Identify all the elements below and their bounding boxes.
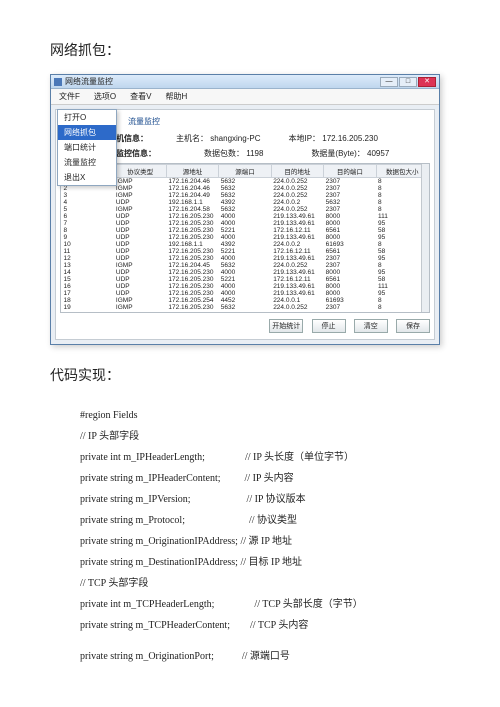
app-icon [54, 78, 62, 86]
table-row[interactable]: 14UDP172.16.205.2304000219.133.49.618000… [62, 269, 429, 276]
table-row[interactable]: 7UDP172.16.205.2304000219.133.49.6180009… [62, 220, 429, 227]
table-row[interactable]: 16UDP172.16.205.2304000219.133.49.618000… [62, 283, 429, 290]
save-button[interactable]: 保存 [396, 319, 430, 333]
scrollbar[interactable] [421, 164, 429, 312]
monitor-info-label: 监控信息： [116, 149, 156, 158]
clear-button[interactable]: 清空 [354, 319, 388, 333]
bytes-value: 40957 [367, 149, 389, 158]
table-row[interactable]: 3IGMP172.16.204.495632224.0.0.25223078 [62, 192, 429, 199]
pktcount-label: 数据包数： [204, 149, 244, 158]
hostname-label: 主机名： [176, 134, 208, 143]
bytes-label: 数据量(Byte)： [311, 149, 364, 158]
table-row[interactable]: 13IGMP172.16.204.455632224.0.0.25223078 [62, 262, 429, 269]
app-window: 网络流量监控 — □ ✕ 文件F 选项O 查看V 帮助H 打开O 网络抓包 端口… [50, 74, 440, 345]
col-header[interactable]: 目的地址 [271, 165, 323, 178]
start-button[interactable]: 开始统计 [269, 319, 303, 333]
menu-file[interactable]: 文件F [59, 91, 80, 102]
titlebar: 网络流量监控 — □ ✕ [51, 75, 439, 89]
code-line: private int m_TCPHeaderLength;// TCP 头部长… [80, 594, 450, 615]
table-row[interactable]: 8UDP172.16.205.2305221172.16.12.11656158 [62, 227, 429, 234]
code-line: private string m_TCPHeaderContent;// TCP… [80, 615, 450, 636]
table-row[interactable]: 6UDP172.16.205.2304000219.133.49.6180001… [62, 213, 429, 220]
col-header[interactable]: 协议类型 [114, 165, 166, 178]
table-row[interactable]: 9UDP172.16.205.2304000219.133.49.6180009… [62, 234, 429, 241]
maximize-button[interactable]: □ [399, 77, 417, 87]
host-info-label: 机信息： [116, 134, 148, 143]
menu-view[interactable]: 查看V [130, 91, 151, 102]
localip-label: 本地IP： [288, 134, 320, 143]
menu-item-capture[interactable]: 网络抓包 [58, 125, 116, 140]
col-header[interactable]: 目的端口 [324, 165, 376, 178]
table-row[interactable]: 11UDP172.16.205.2305221172.16.12.1165615… [62, 248, 429, 255]
code-block: #region Fields // IP 头部字段 private int m_… [50, 405, 450, 667]
close-button[interactable]: ✕ [418, 77, 436, 87]
table-row[interactable]: 2IGMP172.16.204.465632224.0.0.25223078 [62, 185, 429, 192]
pktcount-value: 1198 [246, 149, 263, 158]
file-dropdown: 打开O 网络抓包 端口统计 流量监控 退出X [57, 109, 117, 186]
menu-item-portstat[interactable]: 端口统计 [58, 140, 116, 155]
minimize-button[interactable]: — [380, 77, 398, 87]
code-line: // TCP 头部字段 [80, 573, 450, 594]
code-line: private string m_IPHeaderContent;// IP 头… [80, 468, 450, 489]
section-title-code: 代码实现： [50, 365, 450, 385]
code-line: private string m_OriginationIPAddress; /… [80, 531, 450, 552]
packet-table: 编号协议类型源地址源端口目的地址目的端口数据包大小 1IGMP172.16.20… [61, 164, 429, 311]
table-row[interactable]: 5IGMP172.16.204.585632224.0.0.25223078 [62, 206, 429, 213]
section-title-capture: 网络抓包： [50, 40, 450, 60]
table-row[interactable]: 4UDP192.168.1.14392224.0.0.256328 [62, 199, 429, 206]
col-header[interactable]: 源地址 [166, 165, 218, 178]
hostname-value: shangxing-PC [210, 134, 260, 143]
menu-options[interactable]: 选项O [94, 91, 116, 102]
code-line: // IP 头部字段 [80, 426, 450, 447]
stop-button[interactable]: 停止 [312, 319, 346, 333]
table-row[interactable]: 10UDP192.168.1.14392224.0.0.2616938 [62, 241, 429, 248]
menu-help[interactable]: 帮助H [165, 91, 187, 102]
menu-item-exit[interactable]: 退出X [58, 170, 116, 185]
code-line: private string m_Protocol;// 协议类型 [80, 510, 450, 531]
table-row[interactable]: 18IGMP172.16.205.2544452224.0.0.1616938 [62, 297, 429, 304]
traffic-monitor-link[interactable]: 流量监控 [128, 116, 426, 127]
menubar: 文件F 选项O 查看V 帮助H [51, 89, 439, 105]
table-row[interactable]: 12UDP172.16.205.2304000219.133.49.612307… [62, 255, 429, 262]
table-row[interactable]: 19IGMP172.16.205.2305632224.0.0.25223078 [62, 304, 429, 311]
code-line: private int m_IPHeaderLength;// IP 头长度（单… [80, 447, 450, 468]
table-row[interactable]: 15UDP172.16.205.2305221172.16.12.1165615… [62, 276, 429, 283]
menu-item-open[interactable]: 打开O [58, 110, 116, 125]
code-line: private string m_OriginationPort;// 源端口号 [80, 646, 450, 667]
code-line: private string m_IPVersion;// IP 协议版本 [80, 489, 450, 510]
menu-item-traffic[interactable]: 流量监控 [58, 155, 116, 170]
code-line: #region Fields [80, 405, 450, 426]
localip-value: 172.16.205.230 [322, 134, 378, 143]
col-header[interactable]: 源端口 [219, 165, 271, 178]
table-row[interactable]: 17UDP172.16.205.2304000219.133.49.618000… [62, 290, 429, 297]
code-line: private string m_DestinationIPAddress; /… [80, 552, 450, 573]
window-title: 网络流量监控 [65, 76, 113, 87]
